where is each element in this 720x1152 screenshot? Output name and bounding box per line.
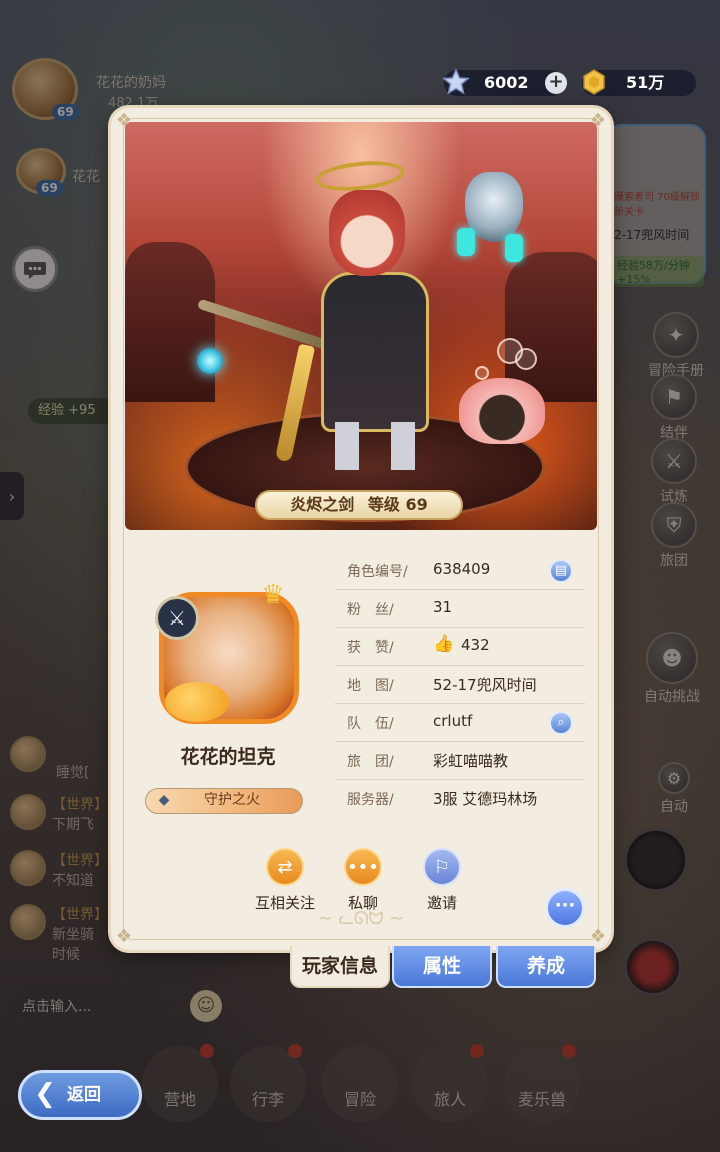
sword-emblem-icon: ⚔ bbox=[155, 596, 199, 640]
pet-companion bbox=[459, 378, 545, 444]
tab-attributes[interactable]: 属性 bbox=[392, 946, 492, 988]
gold-coin-icon bbox=[578, 66, 610, 98]
copy-icon: ▤ bbox=[554, 563, 568, 578]
character-showcase: 炎烬之剑 等级 69 bbox=[125, 122, 597, 530]
info-row-guild: 旅 团/ 彩虹喵喵教 bbox=[335, 742, 585, 780]
star-gem-icon bbox=[440, 66, 472, 98]
invite-flag-icon: ⚐ bbox=[423, 848, 461, 886]
character-head bbox=[329, 190, 405, 276]
plus-icon: + bbox=[548, 71, 564, 92]
level-value: 69 bbox=[405, 495, 428, 514]
crystal-claw bbox=[457, 228, 475, 256]
bubble bbox=[515, 348, 537, 370]
portrait-pet bbox=[165, 682, 229, 722]
staff-weapon bbox=[196, 298, 334, 352]
title-badge[interactable]: ◆ 守护之火 bbox=[145, 788, 303, 814]
level-label: 等级 bbox=[367, 495, 400, 514]
cat-ornament-icon: ~ ᓚᘏᗢ ~ bbox=[317, 908, 405, 929]
character-name-plate: 炎烬之剑 等级 69 bbox=[255, 490, 463, 520]
more-options-button[interactable]: ··· bbox=[545, 888, 585, 928]
info-row-team: 队 伍/ crlutf ⌕ bbox=[335, 704, 585, 742]
back-arrow-icon: ❮ bbox=[34, 1079, 56, 1109]
info-row-fans: 粉 丝/ 31 bbox=[335, 590, 585, 628]
glowing-orb bbox=[197, 348, 223, 374]
info-row-server: 服务器/ 3服 艾德玛林场 bbox=[347, 790, 538, 808]
copy-id-button[interactable]: ▤ bbox=[549, 559, 573, 583]
add-gems-button[interactable]: + bbox=[545, 72, 567, 94]
character-armor bbox=[321, 272, 429, 432]
invite-button[interactable]: ⚐ 邀请 bbox=[402, 848, 482, 913]
follow-button[interactable]: ⇄ 互相关注 bbox=[245, 848, 325, 913]
search-icon: ⌕ bbox=[557, 715, 565, 730]
tab-develop[interactable]: 养成 bbox=[496, 946, 596, 988]
player-profile-modal: ❖ ❖ ❖ ❖ 炎烬之剑 等级 69 ⚔ ♛ 花花的坦克 ◆ 守护之火 角色编号… bbox=[111, 108, 611, 950]
search-team-button[interactable]: ⌕ bbox=[549, 711, 573, 735]
title-emblem-icon: ◆ bbox=[158, 792, 170, 808]
player-name: 花花的坦克 bbox=[180, 746, 276, 768]
character-name: 炎烬之剑 bbox=[290, 495, 355, 514]
chat-dots-icon: ••• bbox=[344, 848, 382, 886]
corner-ornament-icon: ❖ bbox=[115, 926, 133, 947]
gold-counter: 51万 bbox=[582, 69, 696, 96]
bubble bbox=[475, 366, 489, 380]
swap-arrows-icon: ⇄ bbox=[266, 848, 304, 886]
info-row-character-id: 角色编号/ 638409 ▤ bbox=[335, 552, 585, 590]
crown-icon: ♛ bbox=[261, 580, 285, 610]
crystal-claw bbox=[505, 234, 523, 262]
private-chat-button[interactable]: ••• 私聊 bbox=[323, 848, 403, 913]
player-portrait[interactable]: ⚔ ♛ bbox=[151, 582, 305, 734]
info-row-likes: 获 赞/ 👍 432 bbox=[335, 628, 585, 666]
thumbs-up-icon[interactable]: 👍 bbox=[433, 634, 454, 654]
rock-formation bbox=[125, 242, 215, 402]
back-button[interactable]: ❮ 返回 bbox=[18, 1070, 142, 1120]
info-row-map: 地 图/ 52-17兜风时间 bbox=[335, 666, 585, 704]
corner-ornament-icon: ❖ bbox=[589, 926, 607, 947]
character-legs bbox=[335, 422, 415, 470]
tab-player-info[interactable]: 玩家信息 bbox=[290, 946, 390, 988]
ellipsis-icon: ··· bbox=[554, 895, 576, 916]
